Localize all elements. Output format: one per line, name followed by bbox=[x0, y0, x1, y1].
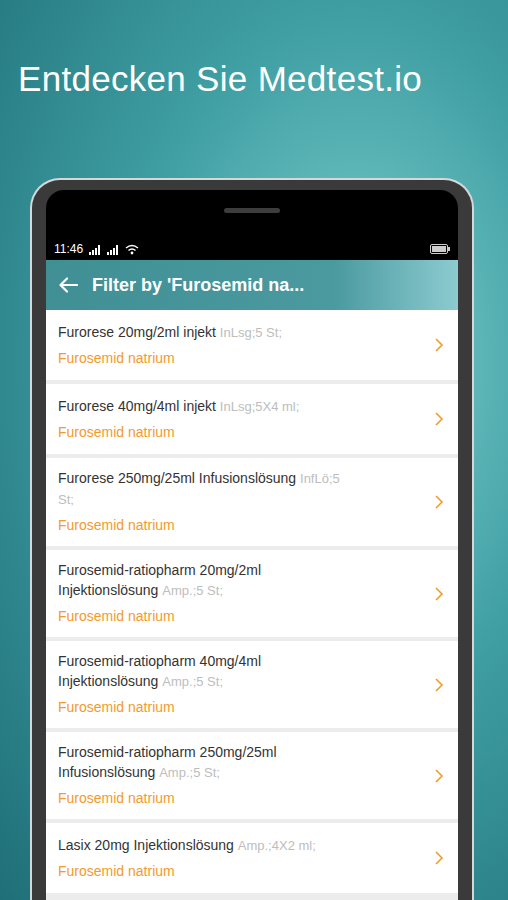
drug-name: Lasix 20mg Injektionslösung bbox=[58, 837, 234, 853]
row-text: Furorese 250mg/25ml Infusionslösung InfL… bbox=[58, 468, 434, 536]
list-row[interactable]: Furorese 20mg/2ml injekt InLsg;5 St;Furo… bbox=[46, 310, 458, 380]
chevron-right-icon bbox=[434, 768, 444, 784]
drug-substance: Furosemid natrium bbox=[58, 696, 434, 718]
list-row[interactable]: Furorese 250mg/25ml Infusionslösung InfL… bbox=[46, 458, 458, 546]
drug-name: Furorese 20mg/2ml injekt bbox=[58, 324, 216, 340]
drug-name-line: Furosemid-ratiopharm 20mg/2ml Injektions… bbox=[58, 560, 358, 601]
drug-package: InLsg;5 St; bbox=[220, 325, 282, 340]
list-row[interactable]: Lasix 20mg Injektionslösung Amp.;4X2 ml;… bbox=[46, 823, 458, 893]
row-text: Furorese 20mg/2ml injekt InLsg;5 St;Furo… bbox=[58, 322, 434, 369]
row-text: Furosemid-ratiopharm 40mg/4ml Injektions… bbox=[58, 651, 434, 718]
speaker bbox=[224, 208, 280, 213]
list-row[interactable]: Furosemid-ratiopharm 40mg/4ml Injektions… bbox=[46, 641, 458, 728]
signal-icon bbox=[89, 244, 101, 255]
drug-name-line: Lasix 20mg Injektionslösung Amp.;4X2 ml; bbox=[58, 835, 358, 856]
drug-package: Amp.;4X2 ml; bbox=[238, 838, 316, 853]
chevron-right-icon bbox=[434, 337, 444, 353]
row-text: Furosemid-ratiopharm 20mg/2ml Injektions… bbox=[58, 560, 434, 627]
list-row[interactable]: Furosemid-ratiopharm 20mg/2ml Injektions… bbox=[46, 550, 458, 637]
headline: Entdecken Sie Medtest.io bbox=[0, 0, 508, 103]
drug-substance: Furosemid natrium bbox=[58, 421, 434, 443]
list-row[interactable]: Furosemid-ratiopharm 250mg/25ml Infusion… bbox=[46, 732, 458, 819]
drug-name-line: Furorese 250mg/25ml Infusionslösung InfL… bbox=[58, 468, 358, 510]
chevron-right-icon bbox=[434, 677, 444, 693]
drug-name-line: Furosemid-ratiopharm 40mg/4ml Injektions… bbox=[58, 651, 358, 692]
app-bar-title: Filter by 'Furosemid na... bbox=[92, 275, 304, 296]
chevron-right-icon bbox=[434, 411, 444, 427]
phone-frame: 11:46 Filter by 'Furosemid na... Furorese … bbox=[30, 178, 474, 900]
drug-package: InLsg;5X4 ml; bbox=[220, 399, 300, 414]
drug-package: Amp.;5 St; bbox=[162, 674, 223, 689]
wifi-icon bbox=[125, 244, 139, 255]
drug-name-line: Furorese 20mg/2ml injekt InLsg;5 St; bbox=[58, 322, 358, 343]
phone-top: 11:46 bbox=[46, 190, 458, 260]
status-bar: 11:46 bbox=[46, 240, 458, 260]
row-text: Furosemid-ratiopharm 250mg/25ml Infusion… bbox=[58, 742, 434, 809]
chevron-right-icon bbox=[434, 586, 444, 602]
drug-substance: Furosemid natrium bbox=[58, 860, 434, 882]
app-bar: Filter by 'Furosemid na... bbox=[46, 260, 458, 310]
result-list: Furorese 20mg/2ml injekt InLsg;5 St;Furo… bbox=[46, 310, 458, 900]
drug-package: Amp.;5 St; bbox=[159, 765, 220, 780]
drug-substance: Furosemid natrium bbox=[58, 514, 434, 536]
drug-name-line: Furosemid-ratiopharm 250mg/25ml Infusion… bbox=[58, 742, 358, 783]
chevron-right-icon bbox=[434, 494, 444, 510]
drug-substance: Furosemid natrium bbox=[58, 347, 434, 369]
signal-icon bbox=[107, 244, 119, 255]
drug-name: Furorese 40mg/4ml injekt bbox=[58, 398, 216, 414]
drug-name: Furosemid-ratiopharm 20mg/2ml Injektions… bbox=[58, 562, 261, 598]
back-arrow-icon[interactable] bbox=[58, 277, 78, 293]
row-text: Lasix 20mg Injektionslösung Amp.;4X2 ml;… bbox=[58, 835, 434, 882]
drug-substance: Furosemid natrium bbox=[58, 787, 434, 809]
drug-substance: Furosemid natrium bbox=[58, 605, 434, 627]
row-text: Furorese 40mg/4ml injekt InLsg;5X4 ml;Fu… bbox=[58, 396, 434, 443]
drug-name: Furosemid-ratiopharm 40mg/4ml Injektions… bbox=[58, 653, 261, 689]
drug-package: Amp.;5 St; bbox=[162, 583, 223, 598]
drug-name: Furorese 250mg/25ml Infusionslösung bbox=[58, 470, 296, 486]
phone-screen: 11:46 Filter by 'Furosemid na... Furorese … bbox=[46, 190, 458, 900]
battery-icon bbox=[430, 244, 450, 254]
drug-name-line: Furorese 40mg/4ml injekt InLsg;5X4 ml; bbox=[58, 396, 358, 417]
status-time: 11:46 bbox=[54, 242, 83, 256]
chevron-right-icon bbox=[434, 850, 444, 866]
list-row[interactable]: Furorese 40mg/4ml injekt InLsg;5X4 ml;Fu… bbox=[46, 384, 458, 454]
